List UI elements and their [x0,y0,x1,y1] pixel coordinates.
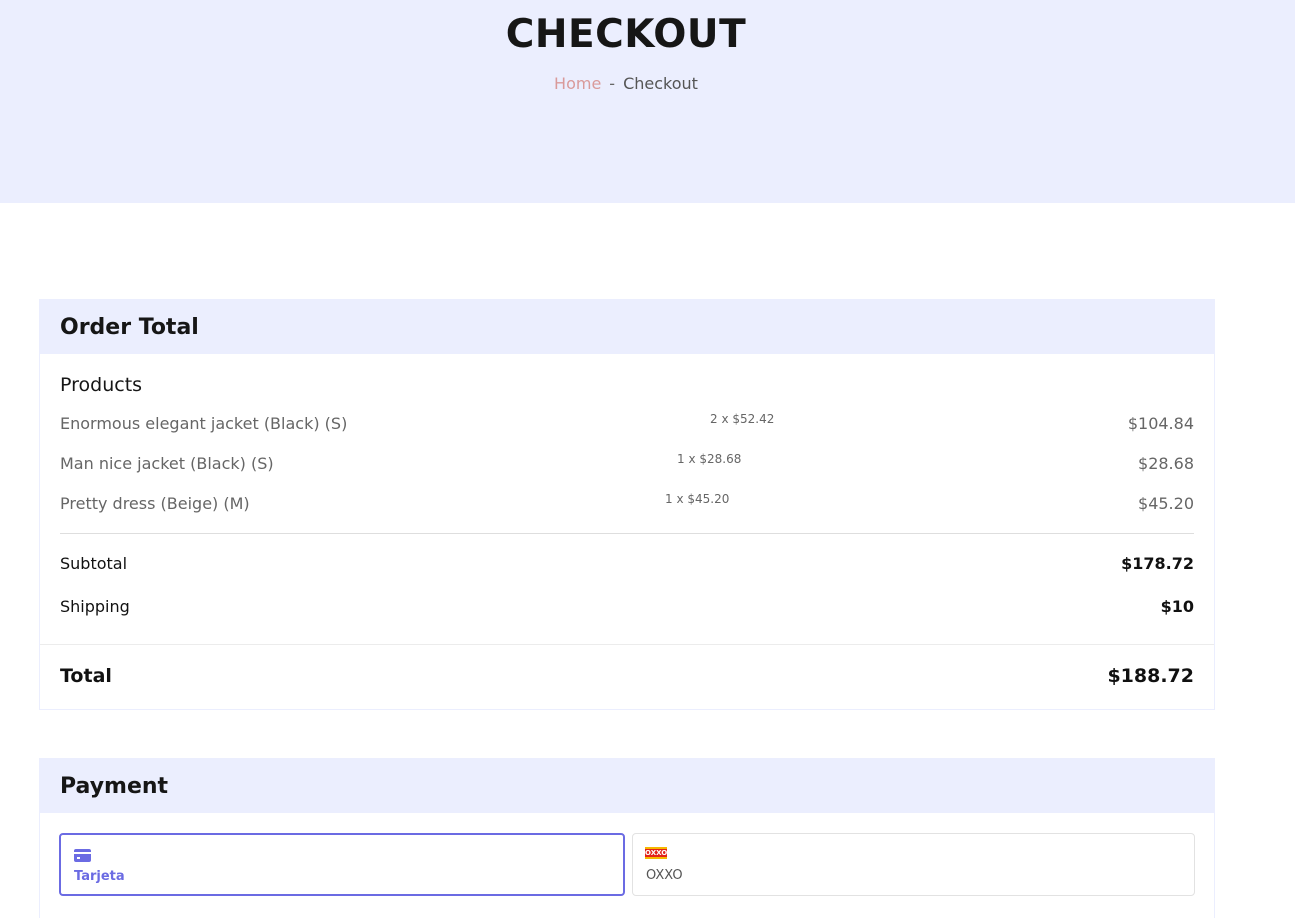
breadcrumb-current: Checkout [623,74,698,93]
product-name: Pretty dress (Beige) (M) [60,494,250,513]
product-name: Man nice jacket (Black) (S) [60,454,274,473]
product-price: $45.20 [1138,494,1194,513]
product-quantity: 1 x $28.68 [677,452,742,466]
breadcrumb: Home - Checkout [0,74,1252,93]
product-name: Enormous elegant jacket (Black) (S) [60,414,348,433]
subtotal-row: Subtotal $178.72 [60,554,1194,576]
order-total-heading: Order Total [40,300,1214,354]
products-heading: Products [60,374,143,396]
oxxo-logo-icon: OXXO [645,847,668,859]
payment-option-tarjeta[interactable]: Tarjeta [59,833,625,896]
product-quantity: 2 x $52.42 [710,412,775,426]
product-price: $28.68 [1138,454,1194,473]
product-row: Enormous elegant jacket (Black) (S) 2 x … [60,412,1194,438]
subtotal-value: $178.72 [1121,554,1194,573]
subtotal-label: Subtotal [60,554,128,573]
total-divider [40,644,1214,645]
payment-option-oxxo[interactable]: OXXO OXXO [632,833,1195,896]
payment-option-label: OXXO [646,868,683,883]
page-hero: CHECKOUT Home - Checkout [0,0,1295,203]
total-label: Total [60,665,112,687]
payment-heading: Payment [40,759,1214,813]
product-row: Man nice jacket (Black) (S) 1 x $28.68 $… [60,452,1194,478]
product-price: $104.84 [1127,414,1194,433]
breadcrumb-home-link[interactable]: Home [554,74,601,93]
product-row: Pretty dress (Beige) (M) 1 x $45.20 $45.… [60,492,1194,518]
breadcrumb-separator: - [609,74,616,93]
shipping-value: $10 [1160,597,1194,616]
total-row: Total $188.72 [60,665,1194,691]
total-value: $188.72 [1107,665,1194,687]
shipping-label: Shipping [60,597,130,616]
credit-card-icon [74,849,91,862]
order-total-card: Order Total Products Enormous elegant ja… [39,299,1215,710]
page-title: CHECKOUT [505,12,747,57]
payment-option-label: Tarjeta [74,869,125,884]
shipping-row: Shipping $10 [60,597,1194,619]
payment-card: Payment Tarjeta OXXO OXXO [39,758,1215,918]
product-quantity: 1 x $45.20 [665,492,730,506]
products-divider [60,533,1194,534]
